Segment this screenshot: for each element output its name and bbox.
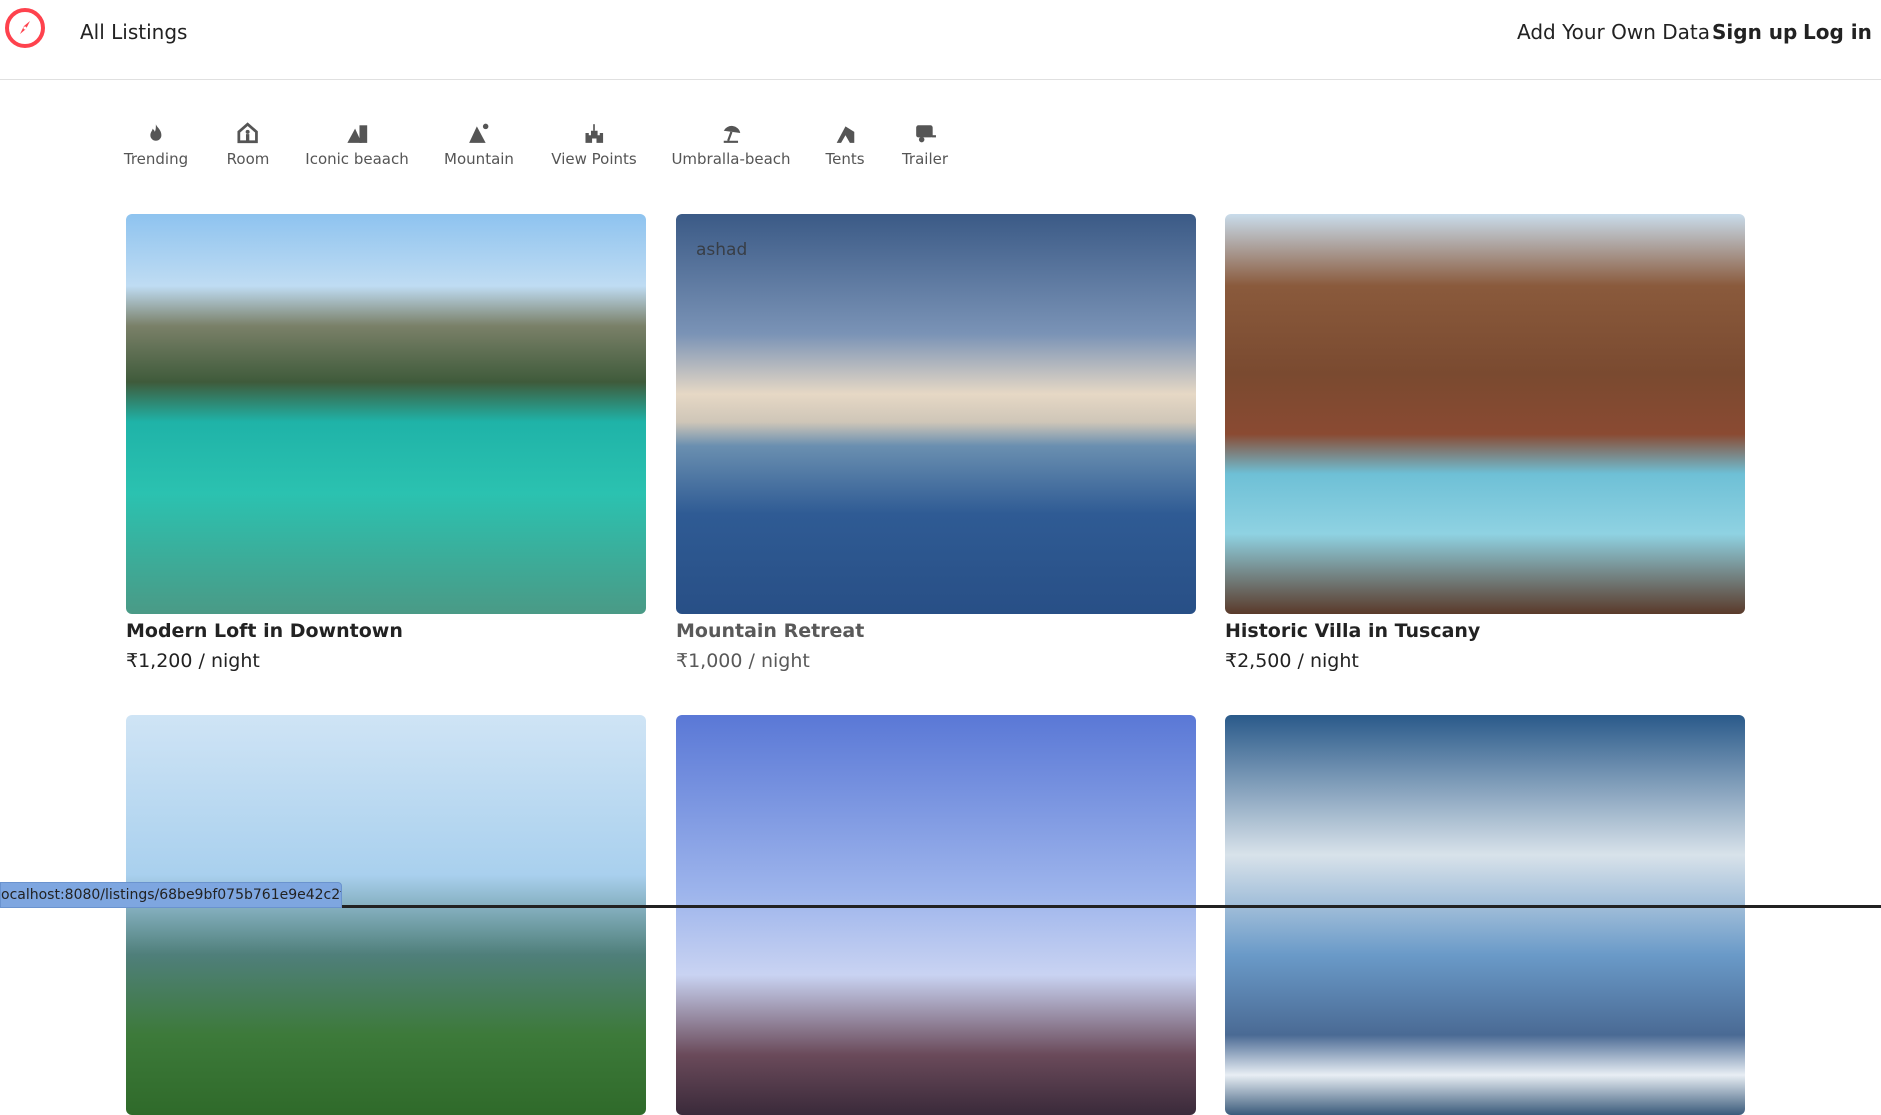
listing-image[interactable]	[1225, 715, 1745, 1115]
listing-image[interactable]	[1225, 214, 1745, 614]
filter-umbrella-beach[interactable]: Umbralla-beach	[671, 122, 791, 168]
listing-price: ₹2,500 / night	[1225, 650, 1359, 672]
filter-tents[interactable]: Tents	[825, 122, 865, 168]
filter-iconic-beach[interactable]: Iconic beaach	[305, 122, 409, 168]
log-in-link[interactable]: Log in	[1803, 20, 1872, 44]
mountain-city-icon	[347, 125, 367, 143]
compass-icon[interactable]	[5, 8, 45, 48]
listing-title: Historic Villa in Tuscany	[1225, 620, 1481, 642]
filter-trending[interactable]: Trending	[124, 122, 188, 168]
image-alt-text: ashad	[696, 240, 748, 260]
filter-label: Mountain	[444, 150, 514, 168]
filter-label: Room	[226, 150, 270, 168]
fire-icon	[150, 124, 162, 141]
listing-image[interactable]	[676, 715, 1196, 1115]
listing-price: ₹1,200 / night	[126, 650, 260, 672]
mountain-sun-icon	[469, 123, 489, 143]
listing-card[interactable]	[1225, 715, 1745, 1115]
filter-view-points[interactable]: View Points	[551, 122, 637, 168]
tent-icon	[836, 126, 854, 143]
listing-card[interactable]: Modern Loft in Downtown ₹1,200 / night	[126, 214, 646, 672]
listing-price: ₹1,000 / night	[676, 650, 810, 672]
fort-icon	[585, 124, 603, 143]
listing-card[interactable]	[126, 715, 646, 1115]
status-bar-url: ocalhost:8080/listings/68be9bf075b761e9e…	[0, 882, 342, 908]
listing-title: Mountain Retreat	[676, 620, 865, 642]
listing-image[interactable]: ashad	[676, 214, 1196, 614]
filter-room[interactable]: Room	[226, 122, 270, 168]
umbrella-beach-icon	[723, 125, 740, 143]
add-data-link[interactable]: Add Your Own Data	[1517, 20, 1710, 44]
listing-card[interactable]: ashad Mountain Retreat ₹1,000 / night	[676, 214, 1196, 672]
filter-label: Iconic beaach	[305, 150, 409, 168]
all-listings-link[interactable]: All Listings	[80, 20, 187, 44]
filter-label: Tents	[825, 150, 865, 168]
filter-mountain[interactable]: Mountain	[444, 122, 514, 168]
listing-title: Modern Loft in Downtown	[126, 620, 403, 642]
listing-card[interactable]: Historic Villa in Tuscany ₹2,500 / night	[1225, 214, 1745, 672]
sign-up-link[interactable]: Sign up	[1712, 20, 1797, 44]
filter-label: Trailer	[901, 150, 949, 168]
listing-image[interactable]	[126, 715, 646, 1115]
house-user-icon	[237, 122, 259, 144]
filter-label: View Points	[551, 150, 637, 168]
filter-trailer[interactable]: Trailer	[902, 122, 948, 168]
navbar: All Listings Add Your Own Data Sign up L…	[0, 0, 1881, 80]
trailer-icon	[916, 125, 936, 143]
filter-label: Trending	[123, 150, 189, 168]
listing-image[interactable]	[126, 214, 646, 614]
listing-card[interactable]	[676, 715, 1196, 1115]
filter-label: Umbralla-beach	[671, 150, 791, 168]
